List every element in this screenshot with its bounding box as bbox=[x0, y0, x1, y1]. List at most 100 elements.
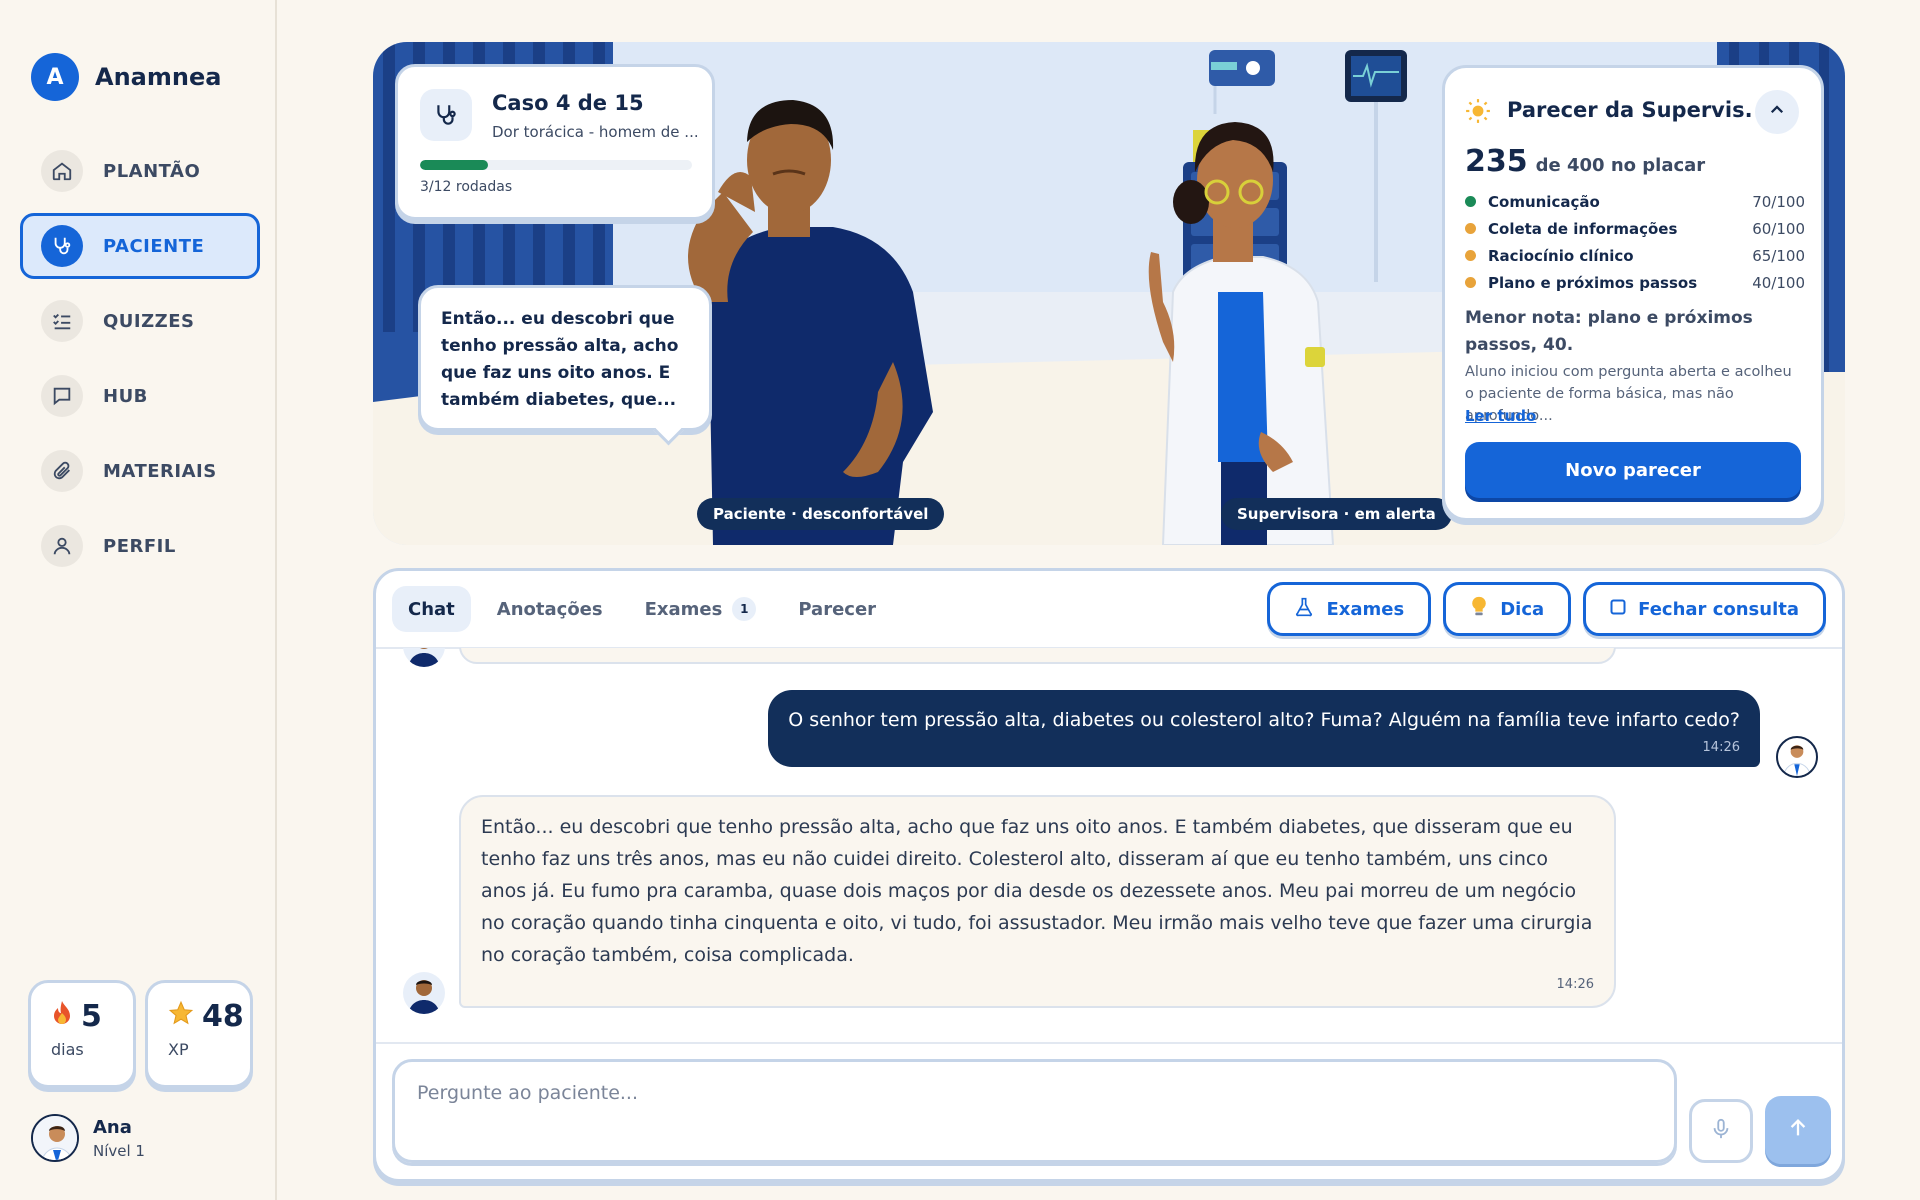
supervision-card: Parecer da Supervis... 235 de 400 no pla… bbox=[1442, 65, 1824, 521]
sidebar-item-materiais[interactable]: MATERIAIS bbox=[20, 438, 260, 504]
tab-label: Exames bbox=[644, 598, 723, 620]
student-avatar bbox=[1776, 736, 1818, 778]
collapse-button[interactable] bbox=[1755, 90, 1799, 134]
score-suffix: de 400 no placar bbox=[1535, 155, 1706, 176]
status-dot bbox=[1465, 223, 1476, 234]
message-time: 14:26 bbox=[1556, 977, 1594, 992]
case-title: Caso 4 de 15 bbox=[492, 91, 644, 115]
divider bbox=[376, 1042, 1842, 1044]
case-progress-fill bbox=[420, 160, 488, 170]
sidebar-item-label: PACIENTE bbox=[103, 235, 205, 257]
criterion-name: Coleta de informações bbox=[1488, 219, 1678, 238]
button-label: Exames bbox=[1326, 598, 1405, 620]
criteria-list: Comunicação 70/100 Coleta de informações… bbox=[1465, 188, 1805, 296]
sidebar-item-paciente[interactable]: PACIENTE bbox=[20, 213, 260, 279]
patient-avatar bbox=[403, 648, 445, 667]
criterion-score: 65/100 bbox=[1752, 246, 1805, 265]
microphone-button[interactable] bbox=[1689, 1099, 1753, 1163]
lightbulb-icon bbox=[1470, 596, 1488, 623]
previous-message bbox=[459, 648, 1616, 664]
xp-card[interactable]: 48 XP bbox=[145, 980, 253, 1088]
case-card[interactable]: Caso 4 de 15 Dor torácica - homem de ...… bbox=[395, 64, 715, 220]
sidebar-item-label: PERFIL bbox=[103, 535, 176, 557]
tab-label: Anotações bbox=[496, 598, 603, 620]
arrow-up-icon bbox=[1787, 1117, 1809, 1143]
flame-icon bbox=[51, 999, 73, 1034]
supervision-title: Parecer da Supervis... bbox=[1507, 98, 1752, 122]
tab-review[interactable]: Parecer bbox=[782, 586, 892, 632]
criterion-row: Coleta de informações 60/100 bbox=[1465, 215, 1805, 242]
message-composer[interactable] bbox=[392, 1059, 1677, 1163]
status-dot bbox=[1465, 196, 1476, 207]
criterion-row: Plano e próximos passos 40/100 bbox=[1465, 269, 1805, 296]
status-dot bbox=[1465, 277, 1476, 288]
brand-logo: A bbox=[31, 53, 79, 101]
criterion-name: Comunicação bbox=[1488, 192, 1600, 211]
home-icon bbox=[41, 150, 83, 192]
xp-label: XP bbox=[168, 1040, 189, 1059]
user-icon bbox=[41, 525, 83, 567]
chevron-up-icon bbox=[1768, 101, 1786, 123]
sun-icon bbox=[1465, 98, 1491, 128]
streak-card[interactable]: 5 dias bbox=[28, 980, 136, 1088]
streak-label: dias bbox=[51, 1040, 84, 1059]
criterion-name: Raciocínio clínico bbox=[1488, 246, 1634, 265]
lowest-score-note: Menor nota: plano e próximos passos, 40. bbox=[1465, 308, 1753, 355]
avatar bbox=[31, 1114, 79, 1162]
sidebar-item-hub[interactable]: HUB bbox=[20, 363, 260, 429]
paperclip-icon bbox=[41, 450, 83, 492]
message-text: Então... eu descobri que tenho pressão a… bbox=[481, 816, 1593, 966]
star-icon bbox=[168, 999, 194, 1034]
read-all-link[interactable]: Ler tudo bbox=[1465, 407, 1536, 425]
brand-name: Anamnea bbox=[95, 63, 222, 91]
student-message: O senhor tem pressão alta, diabetes ou c… bbox=[768, 690, 1760, 767]
sidebar: A Anamnea PLANTÃO PACIENTE QUIZZES HUB M… bbox=[0, 0, 277, 1200]
supervisor-status-tag: Supervisora · em alerta bbox=[1221, 498, 1452, 530]
chat-panel: Chat Anotações Exames 1 Parecer Exames D… bbox=[373, 568, 1845, 1182]
tab-label: Chat bbox=[408, 598, 455, 620]
criterion-score: 70/100 bbox=[1752, 192, 1805, 211]
chat-tabs: Chat Anotações Exames 1 Parecer bbox=[392, 586, 892, 632]
count-badge: 1 bbox=[732, 597, 757, 621]
criterion-name: Plano e próximos passos bbox=[1488, 273, 1698, 292]
criterion-row: Comunicação 70/100 bbox=[1465, 188, 1805, 215]
stethoscope-icon bbox=[41, 225, 83, 267]
button-label: Dica bbox=[1500, 598, 1545, 620]
sidebar-item-perfil[interactable]: PERFIL bbox=[20, 513, 260, 579]
tab-notes[interactable]: Anotações bbox=[481, 586, 619, 632]
hint-button[interactable]: Dica bbox=[1443, 582, 1572, 636]
criterion-score: 60/100 bbox=[1752, 219, 1805, 238]
microphone-icon bbox=[1710, 1116, 1732, 1146]
streak-value-row: 5 bbox=[51, 999, 133, 1034]
case-rounds: 3/12 rodadas bbox=[420, 179, 513, 195]
message-time: 14:26 bbox=[1702, 740, 1740, 755]
brand[interactable]: A Anamnea bbox=[31, 53, 221, 101]
patient-status-tag: Paciente · desconfortável bbox=[697, 498, 945, 530]
send-button[interactable] bbox=[1765, 1096, 1831, 1164]
close-consultation-button[interactable]: Fechar consulta bbox=[1583, 582, 1826, 636]
flask-icon bbox=[1294, 596, 1314, 623]
checklist-icon bbox=[41, 300, 83, 342]
tab-exams[interactable]: Exames 1 bbox=[629, 586, 773, 632]
message-list[interactable]: O senhor tem pressão alta, diabetes ou c… bbox=[376, 648, 1842, 1046]
user-level: Nível 1 bbox=[93, 1141, 145, 1160]
sidebar-item-quizzes[interactable]: QUIZZES bbox=[20, 288, 260, 354]
new-review-button[interactable]: Novo parecer bbox=[1465, 442, 1801, 498]
exams-button[interactable]: Exames bbox=[1267, 582, 1432, 636]
sidebar-item-plantao[interactable]: PLANTÃO bbox=[20, 138, 260, 204]
user-profile[interactable]: Ana Nível 1 bbox=[31, 1114, 145, 1162]
patient-message: Então... eu descobri que tenho pressão a… bbox=[459, 795, 1616, 1008]
patient-speech-bubble: Então... eu descobri que tenho pressão a… bbox=[418, 285, 712, 431]
sidebar-item-label: QUIZZES bbox=[103, 310, 195, 332]
main-nav: PLANTÃO PACIENTE QUIZZES HUB MATERIAIS P… bbox=[20, 138, 260, 588]
score: 235 de 400 no placar bbox=[1465, 144, 1705, 179]
streak-value: 5 bbox=[81, 999, 102, 1034]
user-info: Ana Nível 1 bbox=[93, 1117, 145, 1160]
message-text: O senhor tem pressão alta, diabetes ou c… bbox=[788, 709, 1740, 731]
tab-chat[interactable]: Chat bbox=[392, 586, 471, 632]
case-progress-bar bbox=[420, 160, 692, 170]
case-subtitle: Dor torácica - homem de ... bbox=[492, 123, 699, 141]
message-input[interactable] bbox=[417, 1082, 1652, 1104]
criterion-score: 40/100 bbox=[1752, 273, 1805, 292]
sidebar-item-label: PLANTÃO bbox=[103, 160, 201, 182]
